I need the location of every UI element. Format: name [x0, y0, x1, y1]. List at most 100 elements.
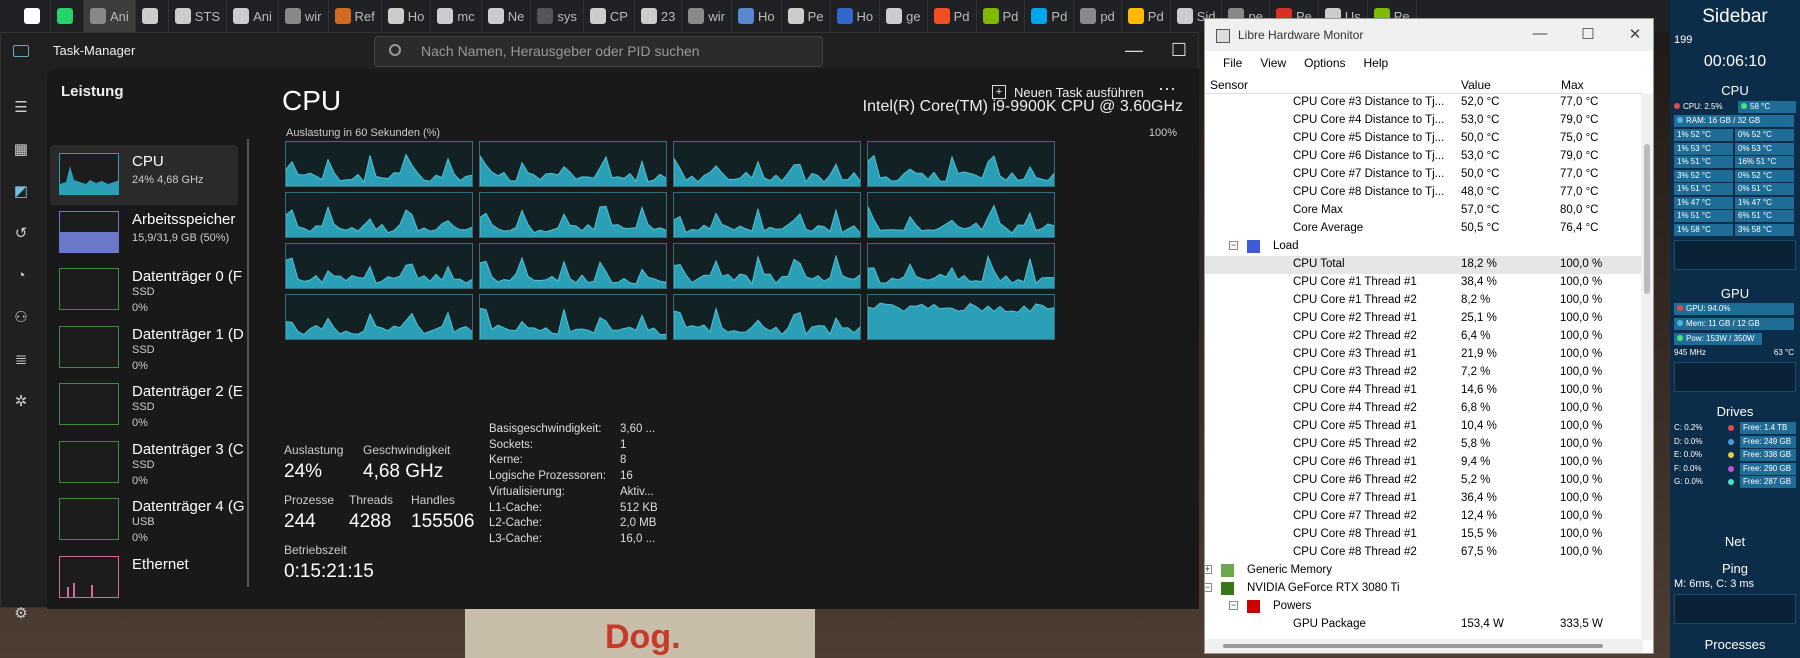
tab-label: Ne: [507, 8, 525, 24]
column-max[interactable]: Max: [1561, 78, 1584, 92]
browser-tab[interactable]: Pd: [928, 0, 977, 32]
sensor-row[interactable]: CPU Core #7 Thread #1 36,4 % 100,0 %: [1205, 490, 1643, 508]
sensor-row[interactable]: CPU Core #5 Thread #1 10,4 % 100,0 %: [1205, 418, 1643, 436]
cpu-section-title: CPU: [1721, 83, 1749, 98]
sensor-row[interactable]: CPU Core #5 Thread #2 5,8 % 100,0 %: [1205, 436, 1643, 454]
browser-tab[interactable]: mc: [431, 0, 482, 32]
perf-tile-7[interactable]: Ethernet: [50, 548, 238, 608]
sensor-row[interactable]: CPU Core #1 Thread #2 8,2 % 100,0 %: [1205, 292, 1643, 310]
sensor-row[interactable]: − Load: [1205, 238, 1643, 256]
perf-tile-3[interactable]: Datenträger 1 (D SSD 0%: [50, 318, 244, 378]
menu-item-file[interactable]: File: [1223, 56, 1242, 70]
sensor-row[interactable]: CPU Core #8 Thread #2 67,5 % 100,0 %: [1205, 544, 1643, 562]
search-input[interactable]: Nach Namen, Herausgeber oder PID suchen: [374, 36, 823, 67]
browser-tab[interactable]: pd: [1074, 0, 1122, 32]
menu-item-view[interactable]: View: [1260, 56, 1286, 70]
browser-tab[interactable]: sys: [531, 0, 584, 32]
sensor-row[interactable]: − NVIDIA GeForce RTX 3080 Ti: [1205, 580, 1643, 598]
sensor-row[interactable]: CPU Core #6 Thread #2 5,2 % 100,0 %: [1205, 472, 1643, 490]
sensor-row[interactable]: CPU Core #4 Thread #2 6,8 % 100,0 %: [1205, 400, 1643, 418]
perf-tile-6[interactable]: Datenträger 4 (G USB 0%: [50, 490, 245, 550]
maximize-button[interactable]: ☐: [1578, 25, 1598, 43]
sensor-row[interactable]: CPU Core #2 Thread #2 6,4 % 100,0 %: [1205, 328, 1643, 346]
minimize-button[interactable]: —: [1530, 25, 1550, 42]
sensor-row[interactable]: Core Max 57,0 °C 80,0 °C: [1205, 202, 1643, 220]
browser-tab[interactable]: 23: [635, 0, 683, 32]
sensor-row[interactable]: CPU Core #6 Distance to Tj... 53,0 °C 79,0…: [1205, 148, 1643, 166]
perf-tile-5[interactable]: Datenträger 3 (C SSD 0%: [50, 433, 244, 493]
services-icon[interactable]: ✲: [12, 393, 30, 411]
sensor-row[interactable]: CPU Core #1 Thread #1 38,4 % 100,0 %: [1205, 274, 1643, 292]
drives-section-title: Drives: [1716, 404, 1754, 419]
browser-tab[interactable]: Pd: [1122, 0, 1171, 32]
browser-tab[interactable]: Pe: [782, 0, 831, 32]
minimize-button[interactable]: —: [1119, 37, 1149, 63]
browser-tab[interactable]: Pd: [977, 0, 1026, 32]
sensor-row[interactable]: + Generic Memory: [1205, 562, 1643, 580]
load-expander-icon[interactable]: −: [1229, 241, 1238, 250]
menu-item-options[interactable]: Options: [1304, 56, 1345, 70]
browser-tab[interactable]: Ref: [329, 0, 382, 32]
sensor-row[interactable]: Core Average 50,5 °C 76,4 °C: [1205, 220, 1643, 238]
sensor-row[interactable]: − Powers: [1205, 598, 1643, 616]
performance-icon[interactable]: ◩: [12, 183, 30, 201]
sensor-row[interactable]: CPU Core #7 Distance to Tj... 50,0 °C 77,0…: [1205, 166, 1643, 184]
sensor-row[interactable]: GPU Package 153,4 W 333,5 W: [1205, 616, 1643, 634]
perf-tile-2[interactable]: Datenträger 0 (F SSD 0%: [50, 260, 242, 320]
browser-tab[interactable]: [18, 0, 51, 32]
browser-tab[interactable]: Pd: [1025, 0, 1075, 32]
sensor-row[interactable]: CPU Total 18,2 % 100,0 %: [1205, 256, 1643, 274]
processes-icon[interactable]: ▦: [12, 141, 30, 159]
tab-label: Ho: [407, 8, 425, 24]
app-history-icon[interactable]: ↺: [12, 225, 30, 243]
column-sensor[interactable]: Sensor: [1210, 78, 1248, 92]
horizontal-scrollbar[interactable]: [1205, 639, 1643, 653]
power-expander-icon[interactable]: −: [1229, 601, 1238, 610]
browser-tab[interactable]: Ho: [732, 0, 782, 32]
gpu-expander-icon[interactable]: −: [1205, 583, 1212, 592]
sensor-row[interactable]: CPU Core #6 Thread #1 9,4 % 100,0 %: [1205, 454, 1643, 472]
browser-tab[interactable]: wir: [682, 0, 732, 32]
browser-tab[interactable]: STS: [169, 0, 228, 32]
column-value[interactable]: Value: [1461, 78, 1491, 92]
sensor-row[interactable]: CPU Core #5 Distance to Tj... 50,0 °C 75,0…: [1205, 130, 1643, 148]
scrollbar-thumb[interactable]: [1223, 644, 1603, 648]
scrollbar-thumb[interactable]: [1644, 144, 1650, 294]
settings-gear-icon[interactable]: ⚙: [12, 605, 30, 623]
panel-splitter[interactable]: [247, 139, 249, 587]
close-button[interactable]: ✕: [1625, 25, 1645, 43]
menu-item-help[interactable]: Help: [1364, 56, 1389, 70]
sensor-row[interactable]: CPU Core #3 Distance to Tj... 52,0 °C 77,0…: [1205, 94, 1643, 112]
maximize-button[interactable]: ☐: [1164, 37, 1194, 63]
sensor-row[interactable]: CPU Core #3 Thread #1 21,9 % 100,0 %: [1205, 346, 1643, 364]
browser-tab[interactable]: Ho: [831, 0, 881, 32]
sensor-row[interactable]: CPU Core #8 Distance to Tj... 48,0 °C 77,0…: [1205, 184, 1643, 202]
sensor-row[interactable]: CPU Core #8 Thread #1 15,5 % 100,0 %: [1205, 526, 1643, 544]
browser-tab[interactable]: [51, 0, 84, 32]
browser-tab[interactable]: Ne: [482, 0, 532, 32]
mem-expander-icon[interactable]: +: [1205, 565, 1212, 574]
browser-tab[interactable]: Ho: [382, 0, 432, 32]
details-icon[interactable]: ≣: [12, 351, 30, 369]
sensor-row[interactable]: CPU Core #3 Thread #2 7,2 % 100,0 %: [1205, 364, 1643, 382]
perf-tile-1[interactable]: Arbeitsspeicher 15,9/31,9 GB (50%): [50, 203, 238, 263]
browser-tab[interactable]: Ani: [84, 0, 136, 32]
browser-tab[interactable]: ge: [880, 0, 928, 32]
browser-tab[interactable]: CP: [584, 0, 635, 32]
browser-tab[interactable]: wir: [279, 0, 329, 32]
more-options-icon[interactable]: ⋯: [1158, 79, 1177, 100]
vertical-scrollbar[interactable]: [1641, 94, 1653, 640]
sensor-row[interactable]: CPU Core #2 Thread #1 25,1 % 100,0 %: [1205, 310, 1643, 328]
core-2-stat: 1% 53 °C: [1674, 142, 1733, 155]
browser-tab[interactable]: Ani: [227, 0, 279, 32]
sensor-row[interactable]: CPU Core #7 Thread #2 12,4 % 100,0 %: [1205, 508, 1643, 526]
browser-tab[interactable]: [136, 0, 169, 32]
perf-tile-0[interactable]: CPU 24% 4,68 GHz: [50, 145, 238, 205]
users-icon[interactable]: ⚇: [12, 309, 30, 327]
startup-apps-icon[interactable]: ◔: [12, 267, 30, 285]
sensor-name: CPU Core #7 Distance to Tj...: [1293, 168, 1445, 180]
hamburger-menu-icon[interactable]: ☰: [12, 99, 30, 117]
perf-tile-4[interactable]: Datenträger 2 (E SSD 0%: [50, 375, 243, 435]
sensor-row[interactable]: CPU Core #4 Thread #1 14,6 % 100,0 %: [1205, 382, 1643, 400]
sensor-row[interactable]: CPU Core #4 Distance to Tj... 53,0 °C 79,0…: [1205, 112, 1643, 130]
